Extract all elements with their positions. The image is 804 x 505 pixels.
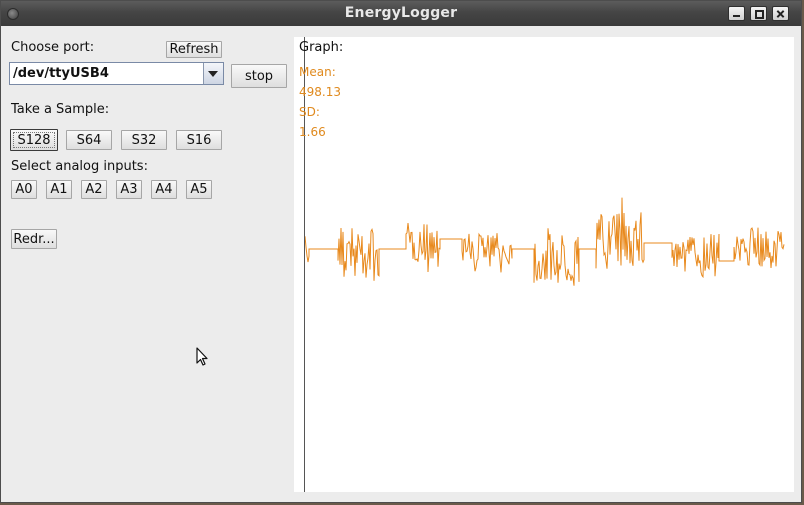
port-select-value: /dev/ttyUSB4 (13, 66, 109, 81)
sd-label: SD: (299, 105, 320, 119)
graph-label: Graph: (299, 40, 344, 55)
app-window: EnergyLogger Choose port: Refresh /dev/t… (0, 0, 802, 503)
sd-value: 1.66 (299, 125, 326, 139)
signal-plot (304, 197, 785, 286)
analog-a4-button[interactable]: A4 (151, 180, 177, 199)
sample-s64-button[interactable]: S64 (66, 130, 112, 150)
mean-value: 498.13 (299, 85, 341, 99)
signal-line (304, 197, 785, 286)
sample-s32-button[interactable]: S32 (121, 130, 167, 150)
chevron-down-icon[interactable] (203, 63, 223, 84)
mean-label: Mean: (299, 65, 336, 79)
close-icon[interactable] (772, 6, 789, 21)
take-sample-label: Take a Sample: (11, 102, 110, 117)
refresh-button[interactable]: Refresh (166, 41, 222, 58)
window-title: EnergyLogger (344, 5, 458, 21)
title-bar[interactable]: EnergyLogger (1, 1, 801, 26)
sample-s128-button[interactable]: S128 (10, 129, 58, 151)
analog-a5-button[interactable]: A5 (186, 180, 212, 199)
port-select[interactable]: /dev/ttyUSB4 (9, 62, 224, 85)
minimize-icon[interactable] (728, 6, 745, 21)
analog-a1-button[interactable]: A1 (46, 180, 72, 199)
analog-a0-button[interactable]: A0 (11, 180, 37, 199)
analog-a2-button[interactable]: A2 (81, 180, 107, 199)
maximize-icon[interactable] (750, 6, 767, 21)
choose-port-label: Choose port: (11, 40, 95, 55)
mouse-cursor-icon (196, 347, 208, 366)
graph-panel: Graph: Mean: 498.13 SD: 1.66 (294, 37, 794, 492)
sample-s16-button[interactable]: S16 (176, 130, 222, 150)
stop-button[interactable]: stop (231, 64, 287, 88)
redraw-button[interactable]: Redr... (11, 229, 57, 249)
analog-a3-button[interactable]: A3 (116, 180, 142, 199)
analog-inputs-label: Select analog inputs: (11, 159, 148, 174)
